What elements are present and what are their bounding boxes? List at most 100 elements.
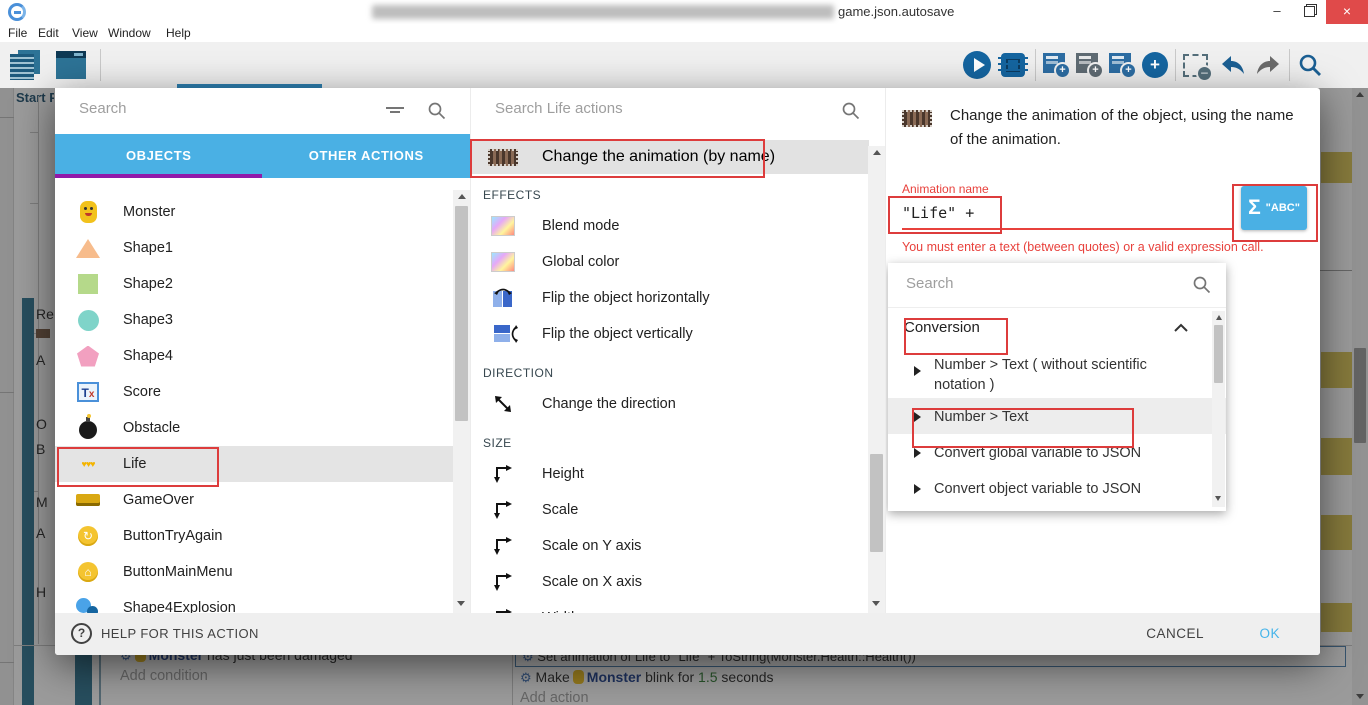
undo-icon[interactable]	[1219, 53, 1247, 77]
triangle-right-icon	[914, 484, 921, 494]
rainbow-icon	[486, 252, 520, 272]
parameters-panel: Change the animation of the object, usin…	[885, 88, 1320, 613]
toolbar-separator	[100, 49, 101, 81]
action-row-blend-mode[interactable]: Blend mode	[471, 208, 885, 244]
play-button[interactable]	[963, 51, 991, 79]
actions-search-input[interactable]	[493, 99, 777, 118]
help-for-action-link[interactable]: ? HELP FOR THIS ACTION	[71, 623, 259, 644]
events-list-icon[interactable]	[10, 50, 42, 80]
minimize-button[interactable]: –	[1262, 0, 1292, 24]
triangle-right-icon	[914, 448, 921, 458]
menu-window[interactable]: Window	[108, 26, 151, 40]
action-row-change-animation[interactable]: Change the animation (by name)	[471, 140, 869, 174]
debug-button[interactable]	[1001, 53, 1025, 77]
action-row-flip-horizontal[interactable]: Flip the object horizontally	[471, 280, 885, 316]
hearts-icon: ♥♥♥	[75, 451, 101, 477]
pentagon-icon	[75, 343, 101, 369]
add-subevent-button[interactable]: +	[1109, 53, 1135, 77]
object-row-monster[interactable]: Monster	[55, 194, 470, 230]
scrollbar-thumb[interactable]	[455, 206, 468, 421]
resize-arrow-icon	[486, 464, 520, 484]
object-row-shape4explosion[interactable]: Shape4Explosion	[55, 590, 470, 613]
add-button[interactable]: +	[1142, 52, 1168, 78]
action-row-global-color[interactable]: Global color	[471, 244, 885, 280]
field-error-text: You must enter a text (between quotes) o…	[902, 240, 1304, 255]
menu-view[interactable]: View	[72, 26, 98, 40]
action-row-scale-y[interactable]: Scale on Y axis	[471, 528, 885, 564]
menu-edit[interactable]: Edit	[38, 26, 59, 40]
animation-name-input[interactable]	[902, 200, 1232, 226]
restore-button[interactable]	[1294, 0, 1324, 24]
toolbar-separator	[1035, 49, 1036, 81]
object-row-shape2[interactable]: Shape2	[55, 266, 470, 302]
ok-button[interactable]: OK	[1259, 626, 1280, 641]
add-comment-button[interactable]: +	[1076, 53, 1102, 77]
actions-list: Change the animation (by name) EFFECTS B…	[471, 140, 885, 613]
film-icon	[902, 110, 932, 127]
scroll-up-icon[interactable]	[458, 194, 466, 199]
action-row-scale[interactable]: Scale	[471, 492, 885, 528]
delete-event-button[interactable]: –	[1183, 54, 1208, 77]
expr-item-number-to-text-nosci[interactable]: Number > Text ( without scientific notat…	[888, 346, 1226, 398]
scene-editor-icon[interactable]	[56, 51, 86, 79]
retry-button-icon: ↻	[75, 523, 101, 549]
expression-editor-button[interactable]: Σ "ABC"	[1241, 186, 1307, 230]
action-row-change-direction[interactable]: Change the direction	[471, 386, 885, 422]
menu-file[interactable]: File	[8, 26, 27, 40]
section-header-direction: DIRECTION	[483, 366, 885, 386]
object-row-buttonmainmenu[interactable]: ⌂ButtonMainMenu	[55, 554, 470, 590]
group-conversion[interactable]: Conversion	[888, 308, 1226, 346]
actions-scrollbar[interactable]	[868, 146, 885, 613]
expression-search-input[interactable]	[904, 274, 1148, 293]
scroll-down-icon[interactable]	[457, 601, 465, 606]
search-icon[interactable]	[841, 101, 861, 121]
redacted-title-text	[372, 5, 834, 19]
search-icon[interactable]	[1192, 275, 1212, 295]
object-row-life[interactable]: ♥♥♥Life	[55, 446, 470, 482]
square-icon	[75, 271, 101, 297]
diagonal-arrow-icon	[486, 394, 520, 414]
objects-scrollbar[interactable]	[453, 190, 470, 613]
object-row-shape3[interactable]: Shape3	[55, 302, 470, 338]
toolbar: + + + + –	[0, 42, 1368, 88]
scroll-up-icon[interactable]	[1216, 315, 1222, 320]
object-row-obstacle[interactable]: Obstacle	[55, 410, 470, 446]
scroll-up-icon[interactable]	[873, 150, 881, 155]
objects-search-input[interactable]	[77, 99, 361, 118]
scrollbar-thumb[interactable]	[1214, 325, 1223, 383]
menu-help[interactable]: Help	[166, 26, 191, 40]
resize-arrow-icon	[486, 500, 520, 520]
scroll-down-icon[interactable]	[872, 601, 880, 606]
tab-other-actions[interactable]: OTHER ACTIONS	[263, 134, 471, 178]
object-row-score[interactable]: TxScore	[55, 374, 470, 410]
scroll-down-icon[interactable]	[1215, 496, 1221, 501]
chevron-up-icon[interactable]	[1174, 323, 1188, 332]
search-toolbar-icon[interactable]	[1297, 52, 1323, 78]
expr-item-global-var-json[interactable]: Convert global variable to JSON	[888, 434, 1226, 470]
object-row-gameover[interactable]: GameOver	[55, 482, 470, 518]
object-row-buttontryagain[interactable]: ↻ButtonTryAgain	[55, 518, 470, 554]
action-row-flip-vertical[interactable]: Flip the object vertically	[471, 316, 885, 352]
tab-objects[interactable]: OBJECTS	[55, 134, 263, 178]
object-row-shape4[interactable]: Shape4	[55, 338, 470, 374]
sigma-icon: Σ	[1248, 196, 1261, 220]
search-icon[interactable]	[427, 101, 447, 121]
animation-name-field-wrap	[902, 200, 1232, 230]
circle-icon	[75, 307, 101, 333]
object-row-shape1[interactable]: Shape1	[55, 230, 470, 266]
actions-search-row	[471, 88, 885, 134]
add-event-button[interactable]: +	[1043, 53, 1069, 77]
expr-item-number-to-text[interactable]: Number > Text	[888, 398, 1226, 434]
action-row-height[interactable]: Height	[471, 456, 885, 492]
dropdown-scrollbar[interactable]	[1212, 311, 1225, 507]
redo-icon[interactable]	[1254, 53, 1282, 77]
cancel-button[interactable]: CANCEL	[1146, 626, 1204, 641]
instruction-editor-dialog: OBJECTS OTHER ACTIONS Monster Shape1 Sha…	[55, 88, 1320, 655]
flip-horizontal-icon	[486, 289, 520, 307]
scrollbar-thumb[interactable]	[870, 454, 883, 552]
action-row-scale-x[interactable]: Scale on X axis	[471, 564, 885, 600]
close-button[interactable]: ×	[1326, 0, 1368, 24]
action-row-width[interactable]: Width	[471, 600, 885, 613]
filter-icon[interactable]	[385, 105, 405, 119]
expr-item-object-var-json[interactable]: Convert object variable to JSON	[888, 470, 1226, 506]
